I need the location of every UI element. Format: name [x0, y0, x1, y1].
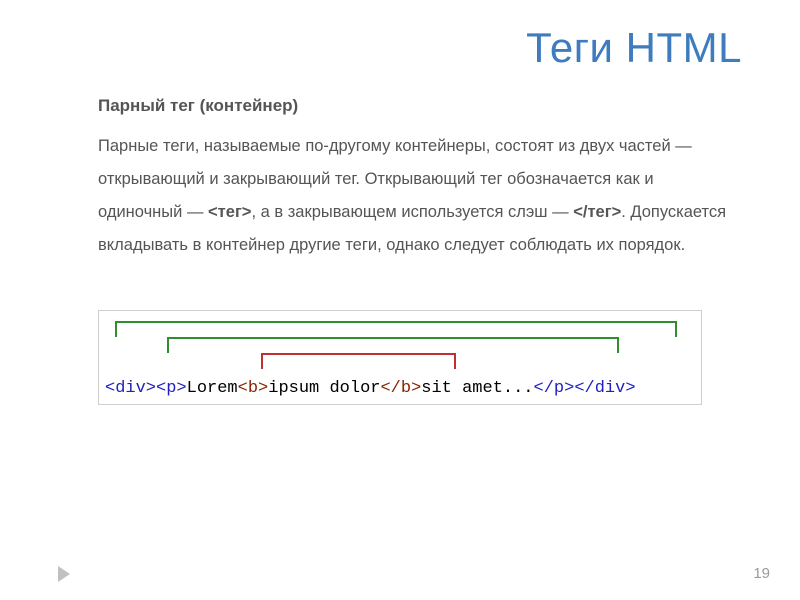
body-text-2: , а в закрывающем используется слэш — [251, 203, 573, 221]
code-p-close: </p> [534, 379, 575, 398]
play-arrow-icon [58, 566, 70, 582]
inline-tag-close: </тег> [573, 203, 621, 221]
code-p-open: <p> [156, 379, 187, 398]
code-line: <div><p>Lorem <b>ipsum dolor</b> sit ame… [99, 379, 701, 398]
code-b-close: </b> [380, 379, 421, 398]
bracket-b [261, 353, 456, 367]
slide: Теги HTML Парный тег (контейнер) Парные … [0, 0, 800, 405]
inline-tag-open: <тег> [208, 203, 251, 221]
body-paragraph: Парные теги, называемые по-другому конте… [98, 130, 740, 262]
code-text-3: sit amet... [421, 379, 533, 398]
bracket-p [167, 337, 619, 351]
code-text-1: Lorem [187, 379, 238, 398]
code-div-open: <div> [105, 379, 156, 398]
nesting-diagram: <div><p>Lorem <b>ipsum dolor</b> sit ame… [98, 310, 702, 405]
code-b-open: <b> [238, 379, 269, 398]
code-text-2: ipsum dolor [268, 379, 380, 398]
subtitle: Парный тег (контейнер) [98, 96, 742, 116]
page-title: Теги HTML [58, 24, 742, 72]
page-number: 19 [753, 565, 770, 582]
code-div-close: </div> [574, 379, 635, 398]
bracket-div [115, 321, 677, 335]
